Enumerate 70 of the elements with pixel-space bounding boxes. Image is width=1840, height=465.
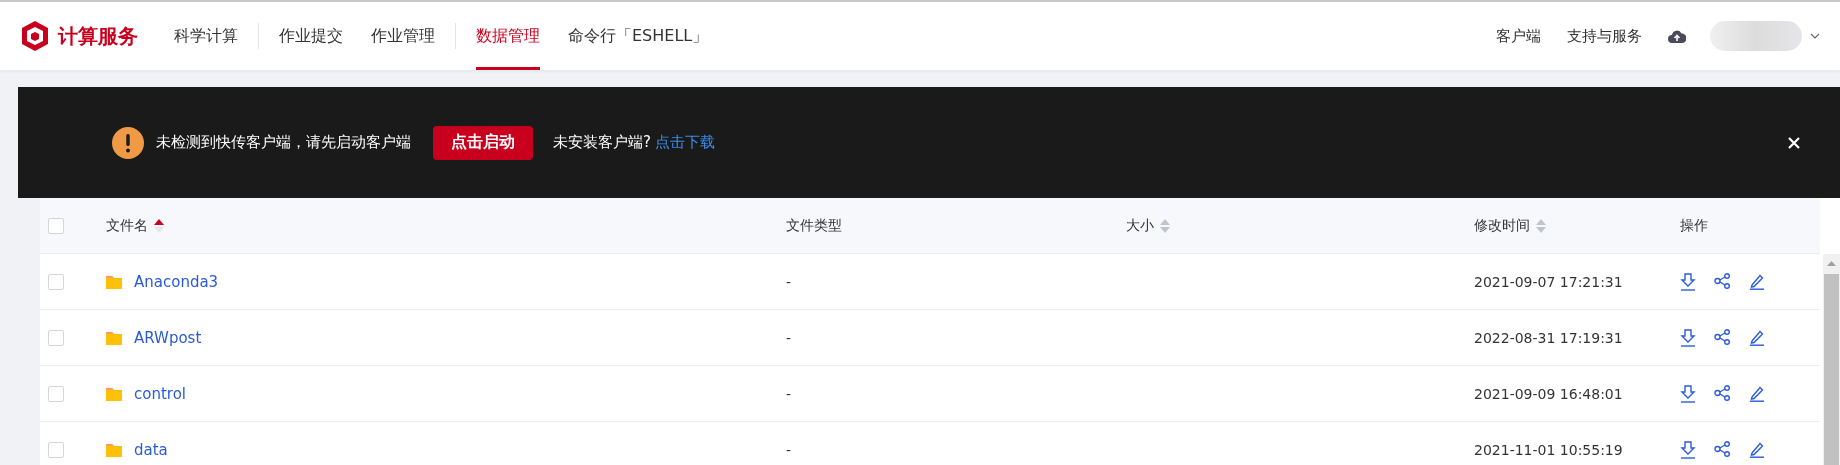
folder-icon	[106, 274, 122, 289]
nav-tab[interactable]: 作业管理	[371, 2, 435, 70]
edit-button[interactable]	[1749, 272, 1765, 291]
file-name-link[interactable]: control	[134, 384, 186, 403]
download-button[interactable]	[1680, 328, 1696, 347]
pencil-icon	[1749, 384, 1765, 402]
sort-icon[interactable]	[154, 218, 164, 233]
download-link[interactable]: 点击下载	[654, 133, 715, 152]
chevron-down-icon[interactable]	[1810, 33, 1820, 39]
pencil-icon	[1749, 272, 1765, 290]
start-client-button[interactable]: 点击启动	[433, 125, 533, 160]
share-button[interactable]	[1714, 440, 1731, 459]
file-type-cell-text: -	[786, 329, 793, 346]
share-icon	[1714, 384, 1731, 401]
file-type-cell-text: -	[786, 385, 793, 402]
pencil-icon	[1749, 328, 1765, 346]
column-header: 文件名	[106, 216, 148, 235]
share-icon	[1714, 328, 1731, 345]
file-name-link[interactable]: Anaconda3	[134, 272, 219, 291]
edit-button[interactable]	[1749, 440, 1765, 459]
column-header: 修改时间	[1474, 216, 1530, 235]
nav-tab[interactable]: 科学计算	[174, 2, 238, 70]
close-icon	[1788, 136, 1800, 149]
column-header: 操作	[1680, 216, 1708, 235]
share-button[interactable]	[1714, 272, 1731, 291]
download-button[interactable]	[1680, 272, 1696, 291]
modified-time-cell-text: 2021-09-09 16:48:01	[1474, 385, 1624, 402]
warning-icon	[112, 126, 144, 159]
close-button[interactable]	[1788, 136, 1800, 149]
row-checkbox[interactable]	[48, 385, 64, 402]
download-icon	[1680, 328, 1696, 347]
cloud-upload-icon[interactable]	[1668, 29, 1686, 43]
modified-time-cell-text: 2021-09-07 17:21:31	[1474, 273, 1624, 290]
modified-time-cell-text: 2022-08-31 17:19:31	[1474, 329, 1624, 346]
folder-icon	[106, 442, 122, 457]
share-button[interactable]	[1714, 384, 1731, 403]
nav-tab[interactable]: 数据管理	[476, 2, 540, 70]
download-icon	[1680, 384, 1696, 403]
file-type-cell-text: -	[786, 441, 793, 458]
column-header: 大小	[1126, 216, 1154, 235]
folder-icon	[106, 330, 122, 345]
file-type-cell-text: -	[786, 273, 793, 290]
folder-icon	[106, 386, 122, 401]
pencil-icon	[1749, 440, 1765, 458]
cube-logo-icon	[20, 20, 50, 52]
row-checkbox[interactable]	[48, 441, 64, 458]
row-checkbox[interactable]	[48, 273, 64, 290]
header-link[interactable]: 客户端	[1496, 26, 1541, 46]
edit-button[interactable]	[1749, 328, 1765, 347]
column-header: 文件类型	[786, 216, 842, 235]
download-button[interactable]	[1680, 384, 1696, 403]
modified-time-cell-text: 2021-11-01 10:55:19	[1474, 441, 1624, 458]
file-name-link[interactable]: data	[134, 440, 168, 459]
notice-hint: 未安装客户端?	[553, 133, 651, 152]
download-icon	[1680, 440, 1696, 459]
brand-name: 计算服务	[58, 22, 138, 50]
share-icon	[1714, 272, 1731, 289]
share-button[interactable]	[1714, 328, 1731, 347]
row-checkbox[interactable]	[48, 329, 64, 346]
share-icon	[1714, 440, 1731, 457]
edit-button[interactable]	[1749, 384, 1765, 403]
download-icon	[1680, 272, 1696, 291]
notice-message: 未检测到快传客户端，请先启动客户端	[156, 133, 411, 152]
nav-tab[interactable]: 作业提交	[279, 2, 343, 70]
file-name-link[interactable]: ARWpost	[134, 328, 202, 347]
scrollbar[interactable]	[1823, 254, 1840, 465]
download-button[interactable]	[1680, 440, 1696, 459]
nav-tab[interactable]: 命令行「ESHELL」	[568, 2, 709, 70]
select-all-checkbox[interactable]	[48, 217, 64, 234]
header-link[interactable]: 支持与服务	[1567, 26, 1642, 46]
